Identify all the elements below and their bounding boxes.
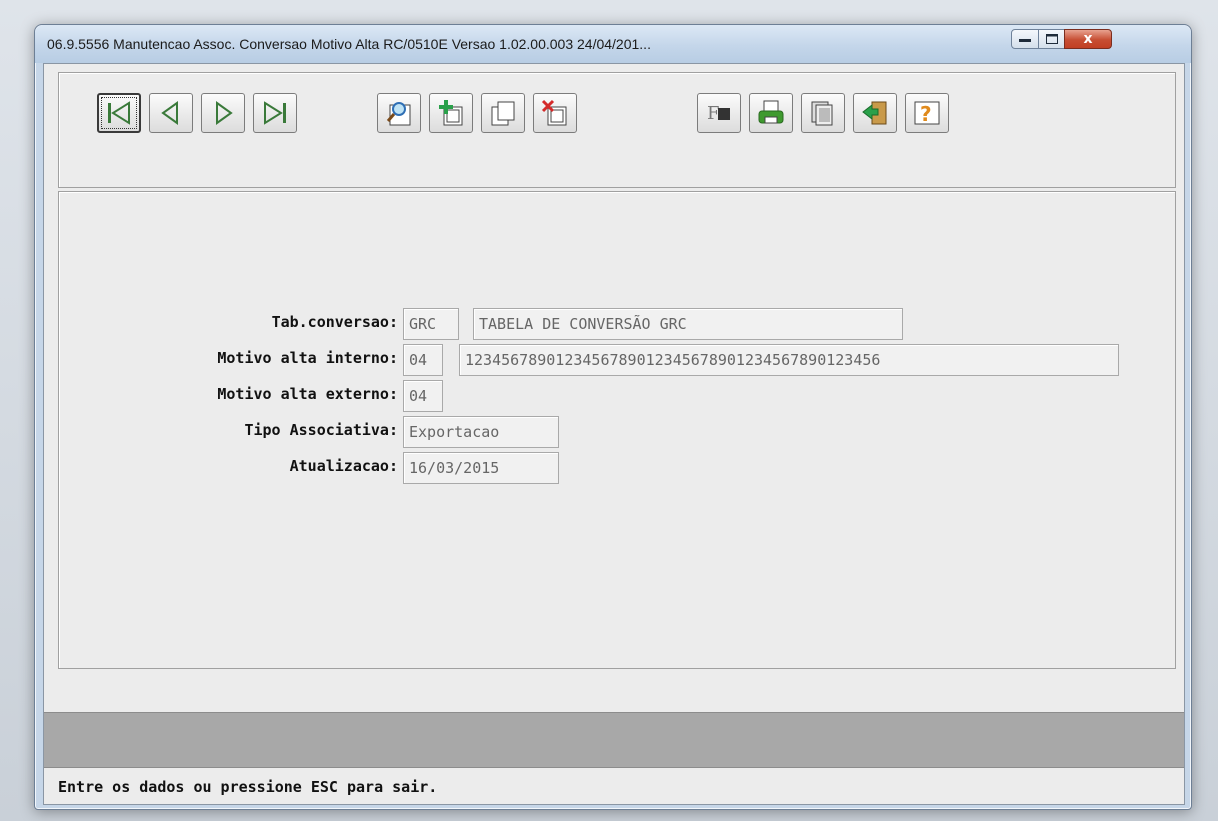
minimize-icon xyxy=(1019,39,1031,42)
toolbar: F ? xyxy=(58,72,1176,188)
app-window: 06.9.5556 Manutencao Assoc. Conversao Mo… xyxy=(34,24,1192,810)
print-icon xyxy=(758,100,784,124)
close-icon: x xyxy=(1083,31,1093,47)
help-icon: ? xyxy=(914,101,940,126)
atualizacao-label: Atualizacao: xyxy=(289,457,398,475)
motivo-alta-interno-description-field[interactable]: 1234567890123456789012345678901234567890… xyxy=(459,344,1119,376)
tab-conversao-description-field[interactable]: TABELA DE CONVERSÃO GRC xyxy=(473,308,903,340)
status-message: Entre os dados ou pressione ESC para sai… xyxy=(58,778,438,796)
exit-button[interactable] xyxy=(853,93,897,133)
message-band xyxy=(44,712,1184,768)
first-record-button[interactable] xyxy=(97,93,141,133)
svg-text:F: F xyxy=(707,103,720,124)
motivo-alta-interno-code-field[interactable]: 04 xyxy=(403,344,443,376)
status-bar: Entre os dados ou pressione ESC para sai… xyxy=(44,769,1184,803)
previous-icon xyxy=(161,101,178,125)
add-button[interactable] xyxy=(429,93,473,133)
last-icon xyxy=(264,101,286,125)
help-button[interactable]: ? xyxy=(905,93,949,133)
motivo-alta-externo-code-field[interactable]: 04 xyxy=(403,380,443,412)
exit-icon xyxy=(862,101,887,125)
copy-button[interactable] xyxy=(481,93,525,133)
minimize-button[interactable] xyxy=(1011,29,1039,49)
filter-button[interactable]: F xyxy=(697,93,741,133)
pages-icon xyxy=(811,101,833,126)
search-button[interactable] xyxy=(377,93,421,133)
last-record-button[interactable] xyxy=(253,93,297,133)
window-title: 06.9.5556 Manutencao Assoc. Conversao Mo… xyxy=(47,36,651,52)
tipo-associativa-field[interactable]: Exportacao xyxy=(403,416,559,448)
maximize-icon xyxy=(1045,34,1058,44)
maximize-button[interactable] xyxy=(1038,29,1065,49)
title-bar[interactable]: 06.9.5556 Manutencao Assoc. Conversao Mo… xyxy=(35,25,1191,63)
pages-button[interactable] xyxy=(801,93,845,133)
motivo-alta-interno-label: Motivo alta interno: xyxy=(217,349,398,367)
delete-icon xyxy=(541,99,567,126)
copy-icon xyxy=(491,101,515,126)
next-icon xyxy=(216,101,233,125)
tab-conversao-code-field[interactable]: GRC xyxy=(403,308,459,340)
atualizacao-field[interactable]: 16/03/2015 xyxy=(403,452,559,484)
first-icon xyxy=(108,101,130,125)
form-panel: Tab.conversao: GRC TABELA DE CONVERSÃO G… xyxy=(58,191,1176,669)
svg-text:?: ? xyxy=(920,102,932,126)
delete-button[interactable] xyxy=(533,93,577,133)
search-icon xyxy=(386,102,411,126)
add-icon xyxy=(439,100,463,126)
tab-conversao-label: Tab.conversao: xyxy=(271,313,398,331)
tipo-associativa-label: Tipo Associativa: xyxy=(244,421,398,439)
close-button[interactable]: x xyxy=(1064,29,1112,49)
next-record-button[interactable] xyxy=(201,93,245,133)
motivo-alta-externo-label: Motivo alta externo: xyxy=(217,385,398,403)
print-button[interactable] xyxy=(749,93,793,133)
previous-record-button[interactable] xyxy=(149,93,193,133)
filter-icon: F xyxy=(707,103,730,124)
client-area: F ? Tab.conversao: GRC TABELA DE CONVERS… xyxy=(43,63,1185,805)
